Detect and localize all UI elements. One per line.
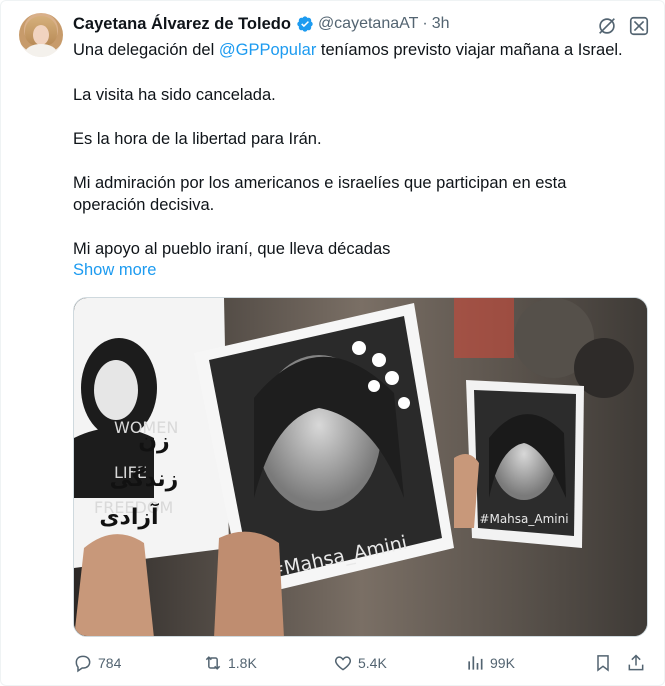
repost-button[interactable]: 1.8K [203,649,257,677]
like-count: 5.4K [358,655,387,671]
timestamp[interactable]: 3h [432,15,450,33]
tweet-header: Cayetana Álvarez de Toledo @cayetanaAT ·… [73,13,450,35]
reply-icon [75,655,91,673]
action-bar: 784 1.8K 5.4K 99K [73,649,653,677]
tweet-text-line-1: Una delegación del @GPPopular teníamos p… [73,39,653,61]
tweet-text-line-2: La visita ha sido cancelada. [73,86,276,104]
views-button[interactable]: 99K [465,649,515,677]
tweet-text-line-4a: Mi admiración por los americanos e israe… [73,174,567,192]
tweet-text-span: Una delegación del [73,41,219,59]
like-icon [334,656,352,671]
repost-count: 1.8K [228,655,257,671]
views-count: 99K [490,655,515,671]
views-icon [468,656,483,670]
reply-button[interactable]: 784 [73,649,121,677]
verified-badge-icon [297,16,313,32]
grok-icon[interactable] [596,15,618,37]
like-button[interactable]: 5.4K [333,649,387,677]
sign-left-text-3: آزادی [99,502,159,530]
avatar[interactable] [19,13,63,57]
more-icon[interactable] [628,15,650,37]
tweet-text-line-3: Es la hora de la libertad para Irán. [73,130,322,148]
tweet-text-line-4b: operación decisiva. [73,196,215,214]
share-button[interactable] [626,649,651,677]
show-more-link[interactable]: Show more [73,261,156,280]
separator-dot: · [422,15,428,32]
tweet[interactable]: Cayetana Álvarez de Toledo @cayetanaAT ·… [0,0,665,686]
author-name[interactable]: Cayetana Álvarez de Toledo [73,15,291,34]
bookmark-button[interactable] [593,649,618,677]
repost-icon [205,656,221,670]
share-icon [628,654,644,671]
reply-count: 784 [98,655,122,671]
tweet-text-line-5: Mi apoyo al pueblo iraní, que lleva déca… [73,240,391,258]
bookmark-icon [597,655,609,672]
sign-left-text-2: زندگی [110,465,179,492]
media-illustration: WOMEN LIFE FREEDOM زن زندگی آزادی #Mahsa… [74,298,647,636]
author-handle[interactable]: @cayetanaAT [318,15,418,33]
sign-left: WOMEN LIFE FREEDOM زن زندگی آزادی [74,298,229,568]
avatar-face [33,25,49,45]
mention-link[interactable]: @GPPopular [219,41,316,59]
avatar-body [25,44,57,57]
tweet-media-image[interactable]: WOMEN LIFE FREEDOM زن زندگی آزادی #Mahsa… [73,297,648,637]
sign-right-caption: #Mahsa_Amini [479,512,568,526]
sign-right: #Mahsa_Amini [466,380,584,548]
sign-left-text-1: زن [138,429,169,454]
tweet-text-span: teníamos previsto viajar mañana a Israel… [316,41,623,59]
